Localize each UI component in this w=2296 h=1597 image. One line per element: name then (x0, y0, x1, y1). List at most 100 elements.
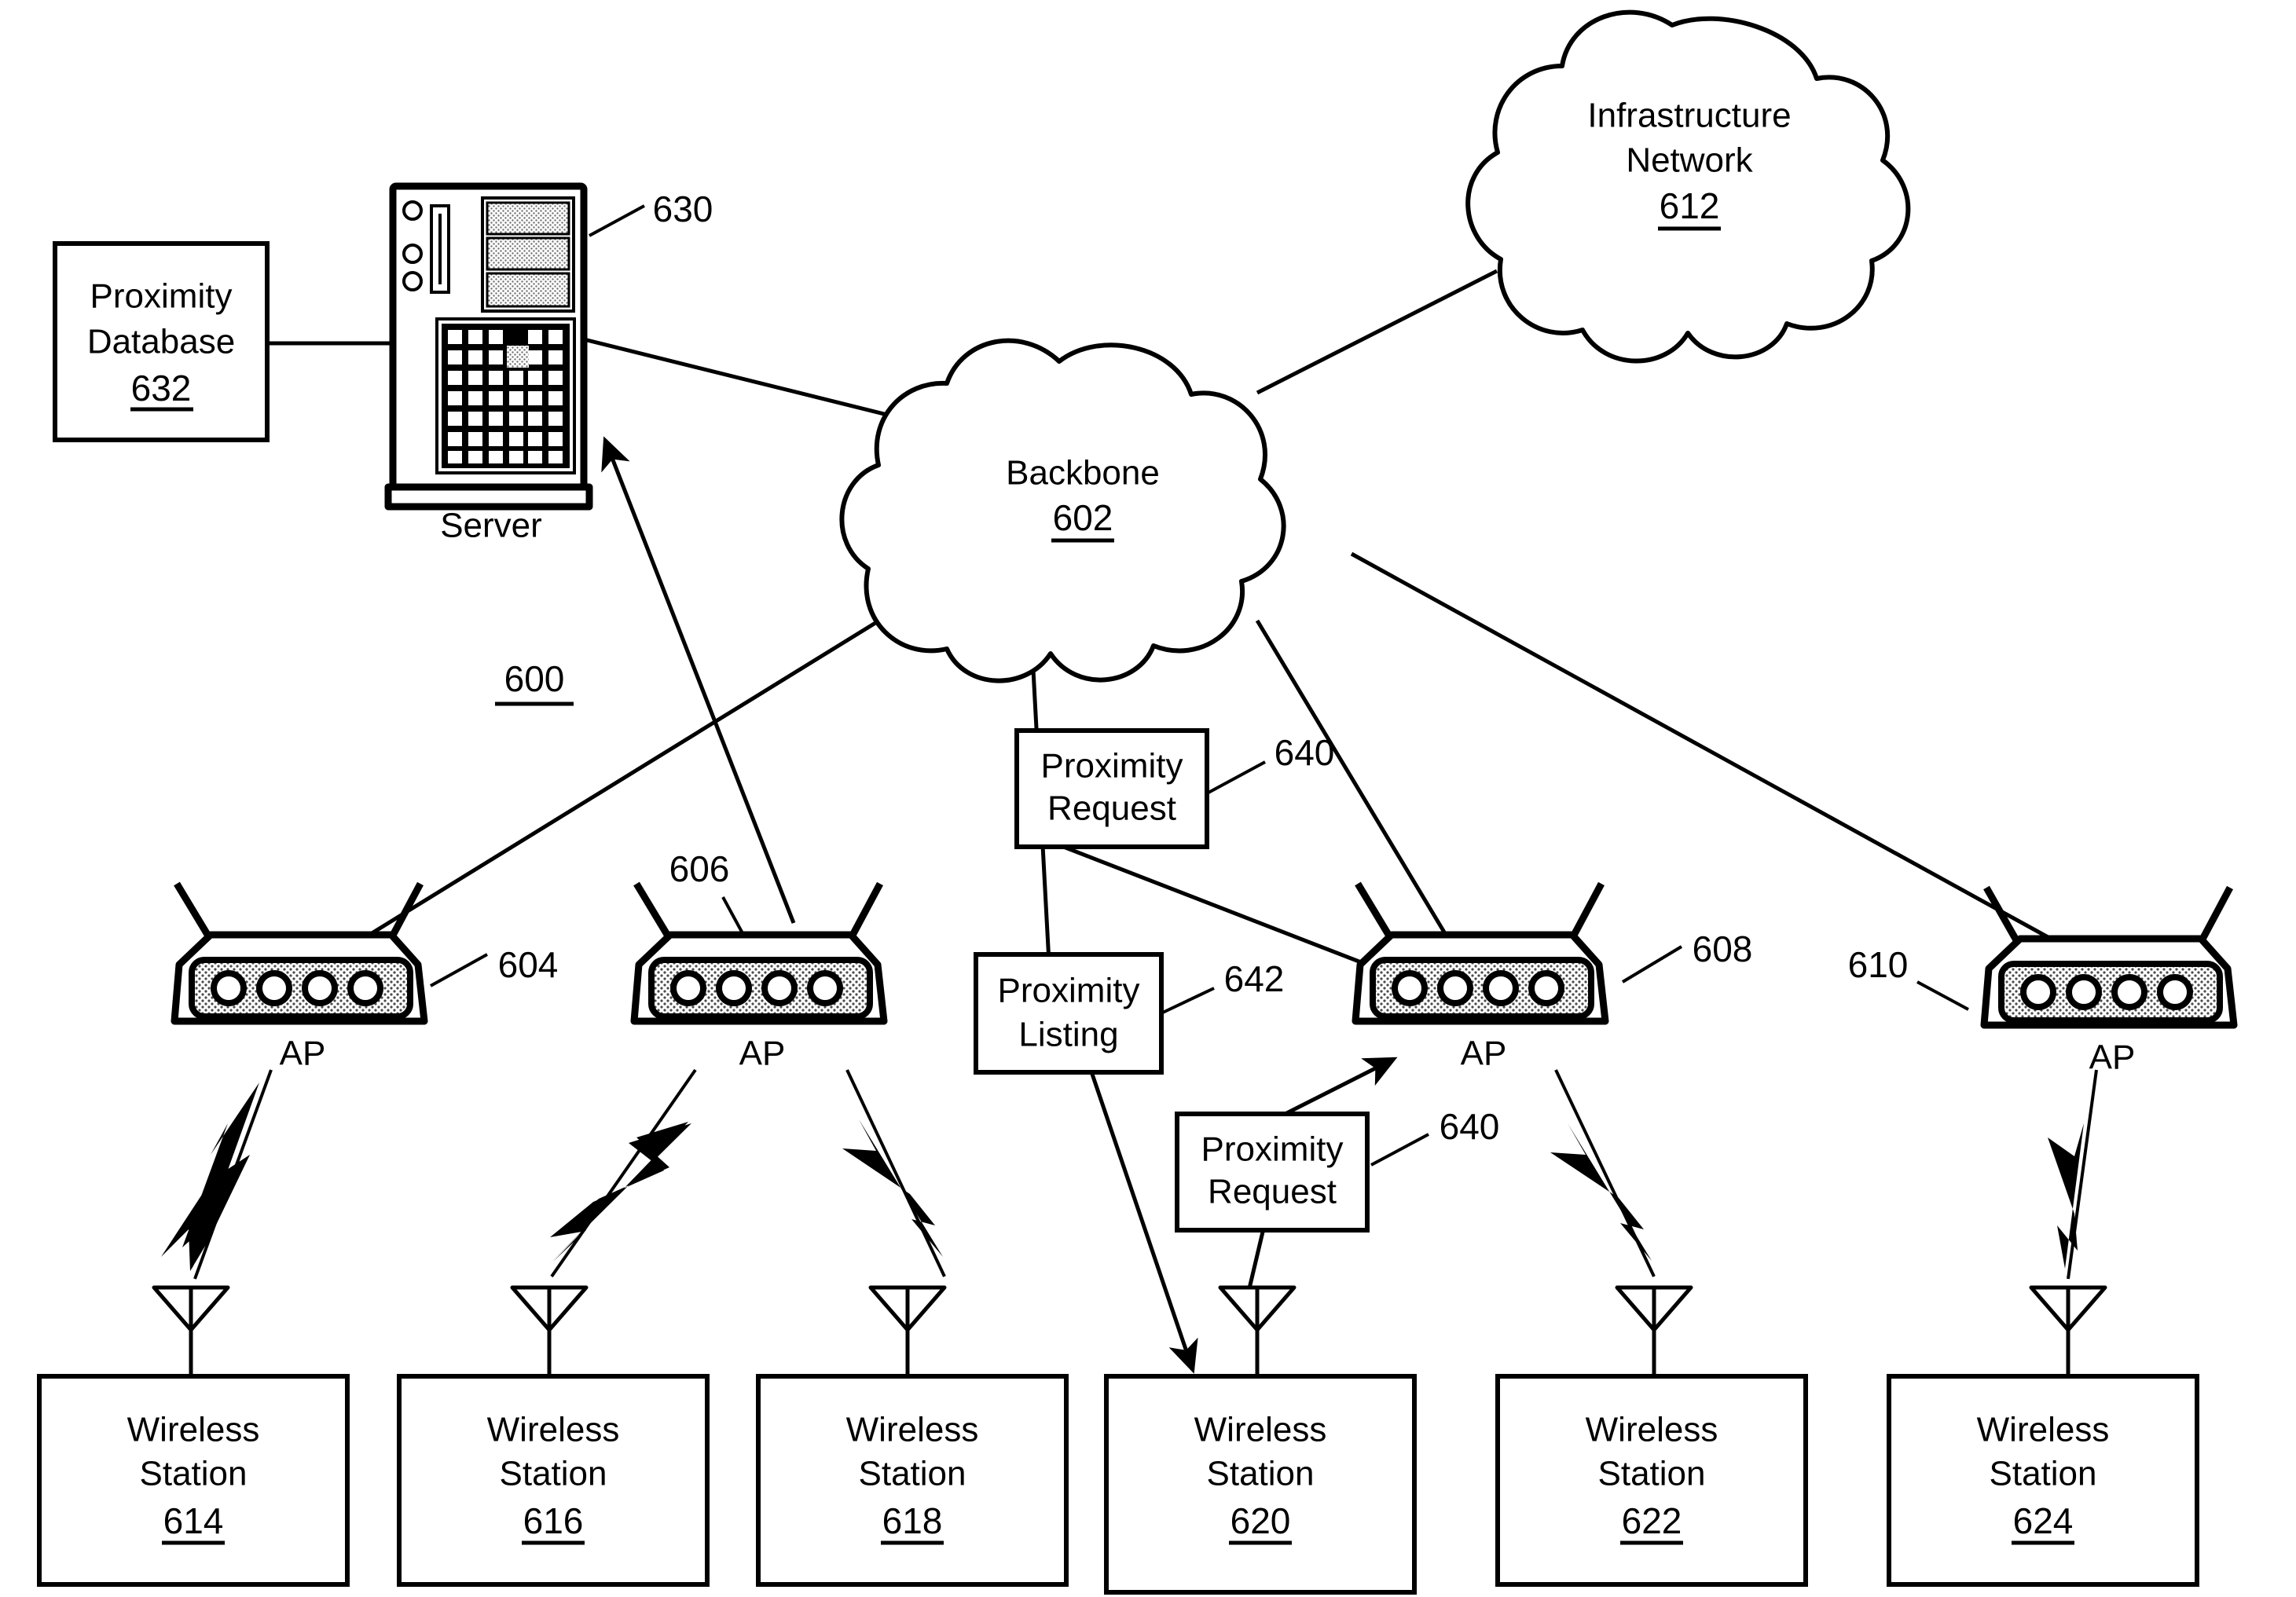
leader-606 (721, 896, 744, 934)
antenna-624 (2029, 1285, 2107, 1376)
proximity-request-upper-line1: Proximity (1041, 747, 1183, 786)
wireless-station-620: Wireless Station 620 (1104, 1374, 1417, 1595)
ap610-ref: 610 (1848, 944, 1909, 985)
proximity-request-upper-line2: Request (1047, 789, 1176, 828)
leader-604 (430, 953, 488, 987)
station-624-ref: 624 (2013, 1500, 2074, 1541)
ap610-port-3 (2111, 974, 2147, 1010)
station-614-ref: 614 (163, 1500, 224, 1541)
station-624-line2: Station (1990, 1455, 2097, 1493)
ap608-port-4 (1528, 970, 1564, 1006)
antenna-622 (1615, 1285, 1693, 1376)
leader-630 (589, 204, 645, 237)
ap606-label: AP (739, 1035, 786, 1073)
ap608-label: AP (1461, 1035, 1507, 1073)
leader-640-upper (1206, 760, 1266, 795)
backbone-label: Backbone (1006, 454, 1160, 493)
access-point-606: AP (630, 881, 888, 1073)
proximity-request-upper-node: Proximity Request (1014, 728, 1209, 849)
access-point-610: AP (1980, 885, 2238, 1077)
rf-link-symbols (161, 1082, 2084, 1273)
guide-606-618 (845, 1069, 946, 1277)
wireless-station-624: Wireless Station 624 (1887, 1374, 2199, 1587)
figure-number-group: 600 (495, 658, 574, 706)
rf-bolt-606-618 (842, 1119, 943, 1257)
wireless-station-616: Wireless Station 616 (397, 1374, 710, 1587)
server-screen-3 (486, 272, 570, 308)
station-616-line2: Station (500, 1455, 607, 1493)
server-node: Server (384, 182, 593, 545)
ap608-port-1 (1392, 970, 1428, 1006)
database-line2: Database (87, 323, 235, 361)
server-screen-2 (486, 236, 570, 271)
ap606-ref: 606 (669, 848, 730, 889)
antenna-614 (152, 1285, 230, 1376)
station-622-line2: Station (1598, 1455, 1706, 1493)
guide-606-616 (550, 1068, 697, 1278)
network-diagram: Proximity Database 632 Server 630 Backbo… (37, 9, 2238, 1595)
patent-figure-canvas: Proximity Database 632 Server 630 Backbo… (0, 0, 2296, 1597)
ap608-port-3 (1483, 970, 1519, 1006)
rf-bolt-606-616 (550, 1122, 691, 1263)
leader-608 (1621, 945, 1683, 983)
server-ref: 630 (653, 189, 713, 229)
backbone-cloud-node: Backbone 602 (839, 338, 1286, 683)
link-backbone-ap610 (1350, 551, 2052, 941)
ap604-label: AP (280, 1035, 326, 1073)
ap610-port-4 (2157, 974, 2193, 1010)
database-ref: 632 (131, 368, 192, 408)
station-624-line1: Wireless (1977, 1411, 2110, 1449)
ap604-port-2 (256, 970, 292, 1006)
rf-guide-lines (193, 1068, 2098, 1280)
antenna-618 (868, 1285, 947, 1376)
link-proximity-request-lower-antenna620 (1247, 1228, 1266, 1289)
station-antennas (152, 1285, 2107, 1376)
ap610-port-1 (2020, 974, 2056, 1010)
proximity-listing-line2: Listing (1018, 1016, 1118, 1054)
guide-604-614 (193, 1069, 273, 1280)
infrastructure-ref: 612 (1660, 185, 1720, 226)
link-backbone-ap608 (1255, 619, 1448, 936)
backbone-ref: 602 (1053, 497, 1113, 538)
station-618-line2: Station (859, 1455, 966, 1493)
server-screen-1 (486, 201, 570, 236)
ap604-port-4 (347, 970, 383, 1006)
station-616-line1: Wireless (487, 1411, 620, 1449)
link-infrastructure-backbone (1256, 269, 1498, 395)
station-620-line2: Station (1207, 1455, 1315, 1493)
proximity-request-lower-ref: 640 (1440, 1106, 1500, 1147)
proximity-database-node: Proximity Database 632 (53, 241, 270, 442)
wireless-station-614: Wireless Station 614 (37, 1374, 350, 1587)
leader-610 (1916, 980, 1969, 1011)
proximity-listing-node: Proximity Listing (974, 952, 1164, 1075)
station-620-ref: 620 (1231, 1500, 1291, 1541)
proximity-request-lower-line2: Request (1208, 1173, 1337, 1211)
proximity-request-lower-node: Proximity Request (1175, 1112, 1370, 1233)
database-line1: Proximity (90, 277, 233, 316)
access-point-608: AP (1352, 881, 1609, 1073)
infrastructure-label-line2: Network (1626, 141, 1753, 180)
ap604-port-1 (211, 970, 247, 1006)
ap606-port-3 (761, 970, 798, 1006)
station-614-line1: Wireless (127, 1411, 260, 1449)
infrastructure-label-line1: Infrastructure (1587, 97, 1791, 135)
proximity-request-upper-ref: 640 (1275, 732, 1335, 773)
station-618-ref: 618 (882, 1500, 943, 1541)
station-614-line2: Station (140, 1455, 248, 1493)
link-proximity-request-ap608 (1036, 834, 1372, 969)
figure-number: 600 (504, 658, 565, 699)
antenna-616 (510, 1285, 589, 1376)
infrastructure-cloud-node: Infrastructure Network 612 (1465, 9, 1911, 364)
station-618-line1: Wireless (846, 1411, 979, 1449)
ap606-port-2 (716, 970, 752, 1006)
leader-640-lower (1370, 1133, 1429, 1167)
wireless-station-618: Wireless Station 618 (756, 1374, 1069, 1587)
ap604-ref: 604 (498, 944, 559, 985)
ap608-ref: 608 (1693, 929, 1753, 969)
station-622-ref: 622 (1622, 1500, 1682, 1541)
station-620-line1: Wireless (1194, 1411, 1327, 1449)
ap608-port-2 (1437, 970, 1473, 1006)
ap606-port-1 (670, 970, 706, 1006)
station-622-line1: Wireless (1586, 1411, 1718, 1449)
server-grid (442, 324, 570, 468)
